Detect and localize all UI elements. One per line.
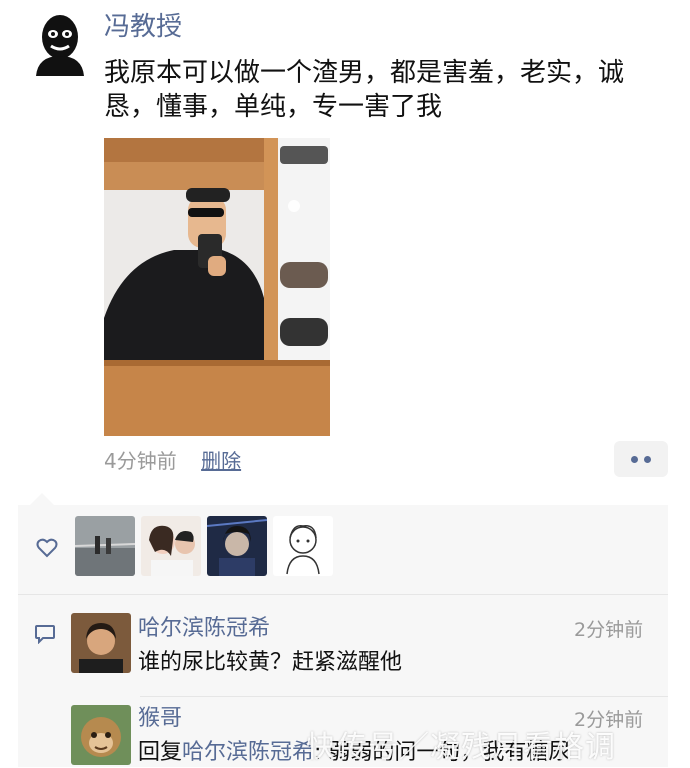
comment-divider: [140, 696, 668, 697]
like-avatar[interactable]: [141, 516, 201, 576]
like-avatar[interactable]: [207, 516, 267, 576]
heart-outline-icon: [36, 538, 58, 558]
comment-icon: [34, 624, 56, 645]
like-avatar[interactable]: [273, 516, 333, 576]
commenter-avatar[interactable]: [71, 613, 131, 673]
post-text: 我原本可以做一个渣男，都是害羞，老实，诚恳，懂事，单纯，专一害了我: [104, 58, 625, 122]
delete-link[interactable]: 删除: [201, 449, 241, 473]
post-photo[interactable]: [104, 138, 330, 436]
author-avatar[interactable]: [32, 10, 88, 76]
more-actions-button[interactable]: [614, 441, 668, 477]
post-time: 4分钟前: [104, 449, 177, 473]
comment-author[interactable]: 猴哥: [138, 705, 182, 733]
comment-time: 2分钟前: [574, 619, 644, 641]
like-avatar[interactable]: [75, 516, 135, 576]
comment-text[interactable]: 谁的尿比较黄？赶紧滋醒他: [138, 648, 402, 678]
reply-prefix: 回复: [138, 740, 183, 765]
comment-author[interactable]: 哈尔滨陈冠希: [138, 615, 270, 643]
panel-pointer: [30, 493, 54, 505]
reply-to-user[interactable]: 哈尔滨陈冠希: [182, 740, 314, 765]
dot-icon: [644, 455, 651, 463]
watermark: 快传号／凝残月看格调: [306, 730, 616, 765]
author-name[interactable]: 冯教授: [104, 10, 182, 44]
panel-divider: [18, 594, 668, 595]
dot-icon: [631, 455, 638, 463]
post-meta: 4分钟前 删除: [104, 446, 241, 476]
commenter-avatar[interactable]: [71, 705, 131, 765]
